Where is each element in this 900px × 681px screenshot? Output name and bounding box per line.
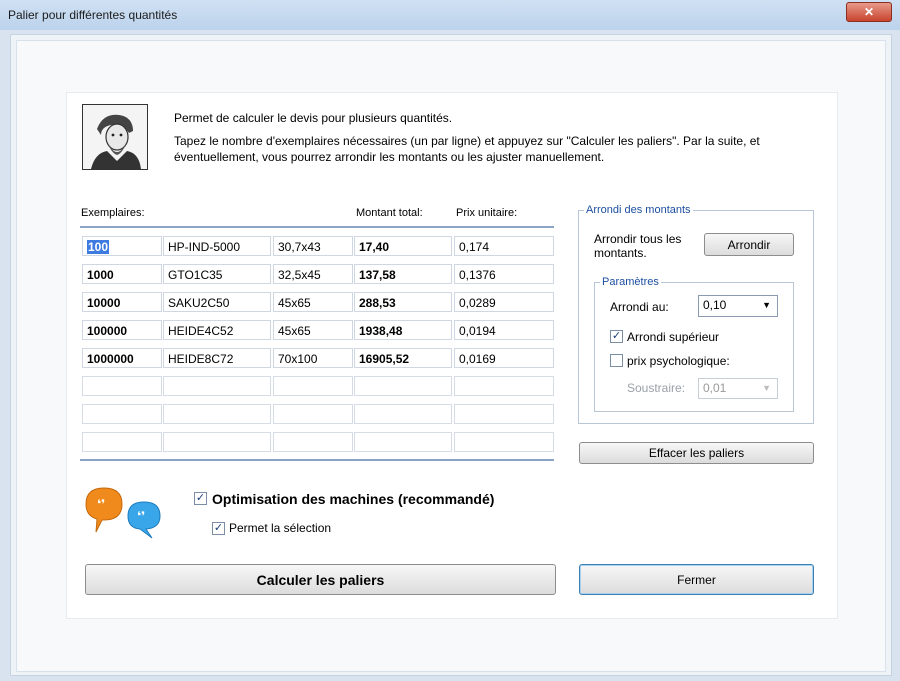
prix-cell[interactable]	[454, 376, 554, 396]
arrondi-group-title: Arrondi des montants	[584, 204, 693, 216]
table-bottom-separator	[80, 459, 554, 461]
qty-input[interactable]	[82, 376, 162, 396]
format-cell[interactable]: 45x65	[273, 320, 353, 340]
col-header-montant: Montant total:	[356, 207, 423, 219]
col-header-prix: Prix unitaire:	[456, 207, 518, 219]
montant-cell[interactable]: 1938,48	[354, 320, 452, 340]
montant-cell[interactable]	[354, 376, 452, 396]
code-cell[interactable]: HEIDE8C72	[163, 348, 271, 368]
soustraire-select[interactable]: 0,01 ▼	[698, 378, 778, 399]
effacer-paliers-button[interactable]: Effacer les paliers	[579, 442, 814, 464]
table-top-separator	[80, 226, 554, 228]
montant-cell[interactable]	[354, 404, 452, 424]
arrondi-au-select[interactable]: 0,10 ▼	[698, 295, 778, 317]
svg-text:❛❜: ❛❜	[97, 497, 105, 511]
chevron-down-icon: ▼	[762, 383, 771, 393]
montant-cell[interactable]: 17,40	[354, 236, 452, 256]
prix-cell[interactable]: 0,1376	[454, 264, 554, 284]
arrondi-description: Arrondir tous les montants.	[594, 232, 682, 260]
permet-selection-label: Permet la sélection	[229, 521, 332, 535]
parametres-group-title: Paramètres	[600, 276, 661, 288]
montant-cell[interactable]: 137,58	[354, 264, 452, 284]
prix-cell[interactable]: 0,0169	[454, 348, 554, 368]
code-cell[interactable]: HP-IND-5000	[163, 236, 271, 256]
arrondi-superieur-label: Arrondi supérieur	[627, 330, 720, 344]
code-cell[interactable]: HEIDE4C52	[163, 320, 271, 340]
soustraire-label: Soustraire:	[627, 381, 686, 395]
prix-cell[interactable]: 0,0289	[454, 292, 554, 312]
qty-input[interactable]: 100	[82, 236, 162, 256]
arrondir-button[interactable]: Arrondir	[704, 233, 794, 256]
qty-input[interactable]	[82, 432, 162, 452]
col-header-exemplaires: Exemplaires:	[81, 207, 145, 219]
code-cell[interactable]: SAKU2C50	[163, 292, 271, 312]
code-cell[interactable]	[163, 432, 271, 452]
qty-input[interactable]: 100000	[82, 320, 162, 340]
format-cell[interactable]: 32,5x45	[273, 264, 353, 284]
window-title: Palier pour différentes quantités	[8, 8, 178, 22]
montant-cell[interactable]: 288,53	[354, 292, 452, 312]
close-icon: ✕	[863, 5, 875, 19]
calculer-paliers-button[interactable]: Calculer les paliers	[85, 564, 556, 595]
code-cell[interactable]: GTO1C35	[163, 264, 271, 284]
prix-cell[interactable]	[454, 432, 554, 452]
title-bar: Palier pour différentes quantités ✕	[0, 0, 900, 31]
optimisation-label: Optimisation des machines (recommandé)	[212, 491, 495, 507]
prix-psychologique-label: prix psychologique:	[627, 354, 730, 368]
montant-cell[interactable]: 16905,52	[354, 348, 452, 368]
format-cell[interactable]	[273, 404, 353, 424]
svg-text:❛❜: ❛❜	[137, 509, 145, 523]
arrondi-au-label: Arrondi au:	[610, 300, 669, 314]
format-cell[interactable]	[273, 376, 353, 396]
code-cell[interactable]	[163, 376, 271, 396]
arrondi-superieur-checkbox[interactable]: ✓	[610, 330, 623, 343]
qty-input[interactable]: 1000	[82, 264, 162, 284]
prix-cell[interactable]: 0,174	[454, 236, 554, 256]
montant-cell[interactable]	[354, 432, 452, 452]
portrait-image	[82, 104, 148, 170]
qty-input[interactable]: 10000	[82, 292, 162, 312]
prix-cell[interactable]: 0,0194	[454, 320, 554, 340]
format-cell[interactable]: 45x65	[273, 292, 353, 312]
prix-cell[interactable]	[454, 404, 554, 424]
chat-bubbles-icon: ❛❜ ❛❜	[80, 478, 176, 542]
fermer-button[interactable]: Fermer	[579, 564, 814, 595]
prix-psychologique-checkbox[interactable]	[610, 354, 623, 367]
qty-input[interactable]: 1000000	[82, 348, 162, 368]
format-cell[interactable]	[273, 432, 353, 452]
optimisation-checkbox[interactable]: ✓	[194, 492, 207, 505]
chevron-down-icon: ▼	[762, 300, 771, 310]
code-cell[interactable]	[163, 404, 271, 424]
permet-selection-checkbox[interactable]: ✓	[212, 522, 225, 535]
description-line-1: Permet de calculer le devis pour plusieu…	[174, 111, 453, 125]
close-button[interactable]: ✕	[846, 2, 892, 22]
description: Permet de calculer le devis pour plusieu…	[174, 110, 774, 172]
format-cell[interactable]: 30,7x43	[273, 236, 353, 256]
qty-input[interactable]	[82, 404, 162, 424]
format-cell[interactable]: 70x100	[273, 348, 353, 368]
description-line-2: Tapez le nombre d'exemplaires nécessaire…	[174, 134, 760, 164]
